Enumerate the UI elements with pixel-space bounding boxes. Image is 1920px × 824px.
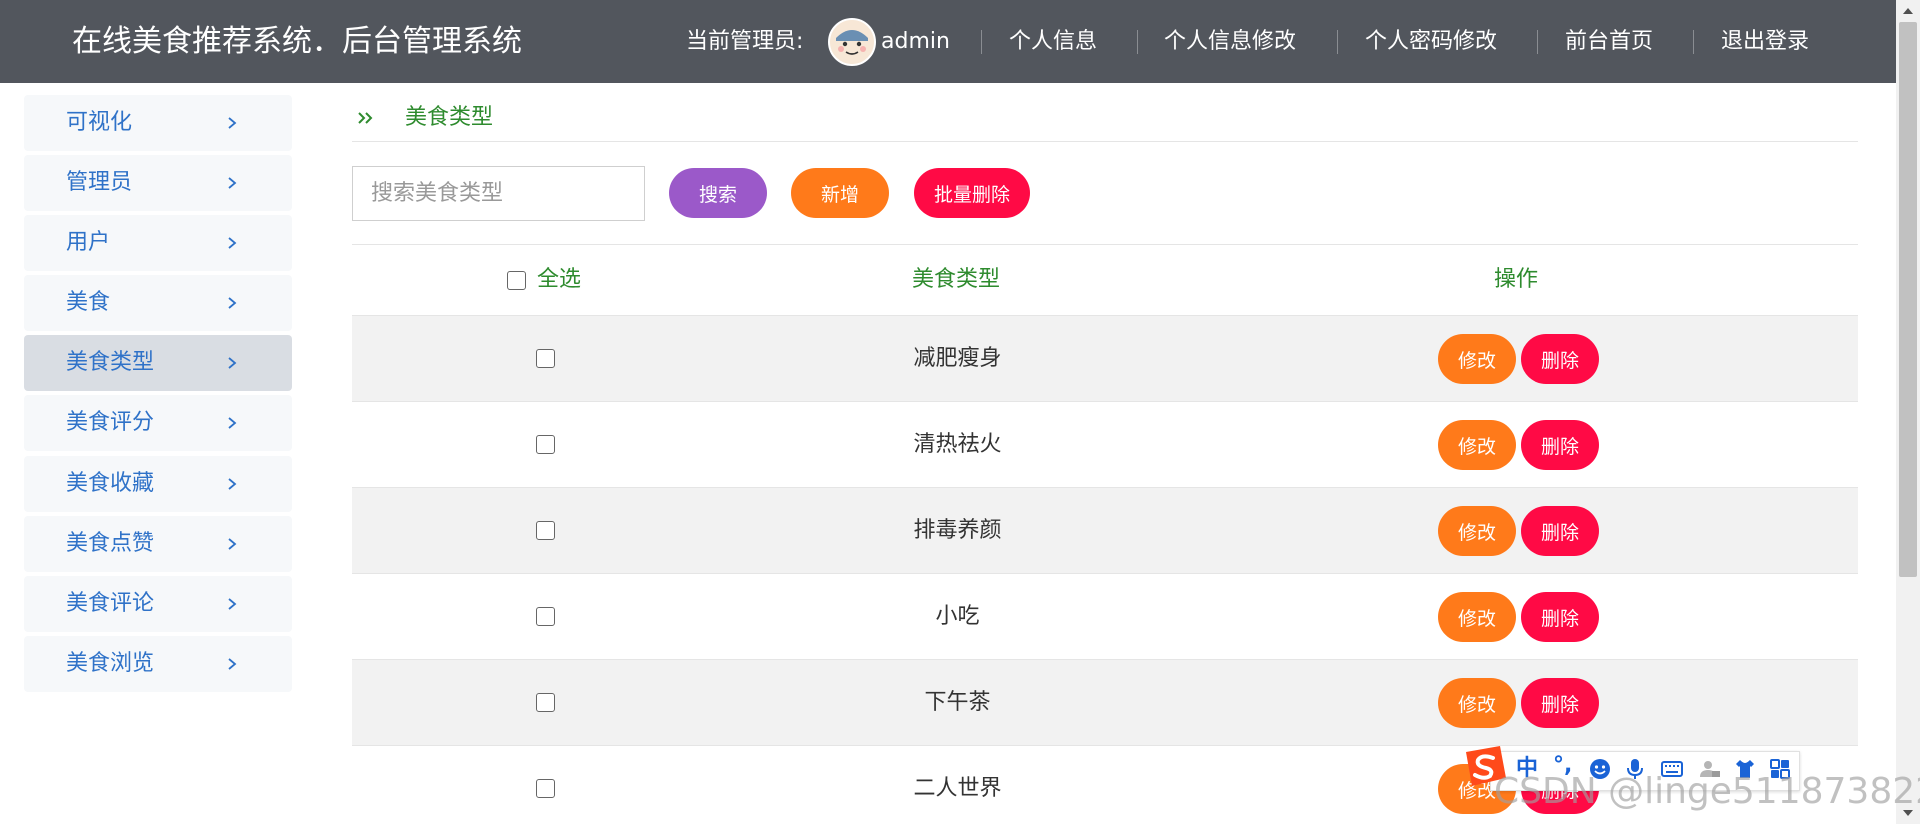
chevron-right-icon [228,177,237,189]
sidebar-item-label: 美食收藏 [66,471,155,496]
breadcrumb-current: 美食类型 [405,105,494,130]
nav-password-edit[interactable]: 个人密码修改 [1365,26,1497,58]
sidebar-item-label: 美食 [66,290,111,315]
scroll-up-arrow-icon[interactable] [1902,6,1914,16]
nav-logout[interactable]: 退出登录 [1721,26,1809,58]
edit-button[interactable]: 修改 [1438,678,1516,728]
sidebar-item-admins[interactable]: 管理员 [24,155,292,211]
chevron-right-icon [228,297,237,309]
edit-button[interactable]: 修改 [1438,334,1516,384]
chevron-right-icon [228,538,237,550]
sidebar-item-label: 用户 [66,230,111,255]
site-title: 在线美食推荐系统．后台管理系统 [72,24,522,59]
nav-separator [1337,30,1338,54]
select-all-checkbox[interactable] [507,271,526,290]
sidebar-item-users[interactable]: 用户 [24,215,292,271]
cell-food-type: 小吃 [935,604,980,629]
sidebar-item-food-favorites[interactable]: 美食收藏 [24,456,292,512]
scrollbar-thumb[interactable] [1899,22,1917,577]
delete-button[interactable]: 删除 [1521,334,1599,384]
sidebar-item-label: 美食评分 [66,410,155,435]
chevron-right-icon [228,357,237,369]
chevron-right-icon [228,417,237,429]
sidebar-item-visualization[interactable]: 可视化 [24,95,292,151]
search-input[interactable] [352,166,645,221]
chevron-right-icon [228,237,237,249]
delete-button[interactable]: 删除 [1521,420,1599,470]
scroll-down-arrow-icon[interactable] [1902,808,1914,818]
table-row: 清热祛火 修改 删除 [352,402,1858,488]
cell-food-type: 排毒养颜 [913,518,1002,543]
search-button[interactable]: 搜索 [669,168,767,218]
chevron-right-icon [228,658,237,670]
cell-food-type: 清热祛火 [913,432,1002,457]
nav-separator [1537,30,1538,54]
admin-avatar[interactable] [828,18,876,66]
delete-button[interactable]: 删除 [1521,506,1599,556]
column-header-food-type: 美食类型 [912,267,1001,292]
sidebar-item-label: 美食浏览 [66,651,155,676]
select-all-label: 全选 [537,267,582,292]
chevron-right-icon [228,117,237,129]
sidebar-item-food-types[interactable]: 美食类型 [24,335,292,391]
table-row: 下午茶 修改 删除 [352,660,1858,746]
edit-button[interactable]: 修改 [1438,506,1516,556]
table-row: 小吃 修改 删除 [352,574,1858,660]
ime-punctuation-text[interactable]: °, [1553,752,1572,780]
nav-separator [1693,30,1694,54]
ime-mode-text[interactable]: 中 [1516,755,1538,783]
avatar-face-icon [830,20,874,64]
admin-label: 当前管理员: [686,29,804,54]
microphone-icon[interactable] [1623,757,1647,781]
column-header-actions: 操作 [1494,267,1539,292]
admin-name: admin [881,29,950,54]
chevron-right-icon [228,478,237,490]
edit-button[interactable]: 修改 [1438,592,1516,642]
sogou-ime-logo-icon[interactable] [1460,742,1510,792]
sidebar-item-food-comments[interactable]: 美食评论 [24,576,292,632]
sidebar-item-food-ratings[interactable]: 美食评分 [24,395,292,451]
batch-delete-button[interactable]: 批量删除 [914,168,1030,218]
delete-button[interactable]: 删除 [1521,678,1599,728]
sidebar-item-label: 管理员 [66,170,133,195]
sidebar-item-food-likes[interactable]: 美食点赞 [24,516,292,572]
skin-shirt-icon[interactable] [1733,757,1757,781]
edit-button[interactable]: 修改 [1438,420,1516,470]
nav-profile-edit[interactable]: 个人信息修改 [1164,26,1296,58]
sidebar-item-label: 美食点赞 [66,531,155,556]
add-button[interactable]: 新增 [791,168,889,218]
nav-frontend-home[interactable]: 前台首页 [1565,26,1653,58]
sidebar-item-label: 美食类型 [66,350,155,375]
sidebar-item-food-views[interactable]: 美食浏览 [24,636,292,692]
nav-profile[interactable]: 个人信息 [1009,26,1097,58]
nav-separator [981,30,982,54]
sidebar-item-foods[interactable]: 美食 [24,275,292,331]
table-row: 减肥瘦身 修改 删除 [352,316,1858,402]
cell-food-type: 二人世界 [913,776,1002,801]
keyboard-icon[interactable] [1660,757,1684,781]
table-row: 排毒养颜 修改 删除 [352,488,1858,574]
grid-menu-icon[interactable] [1768,757,1792,781]
divider [352,141,1858,142]
sidebar-item-label: 美食评论 [66,591,155,616]
emoji-icon[interactable] [1588,757,1612,781]
nav-separator [1137,30,1138,54]
chevron-right-icon [228,598,237,610]
user-toolbox-icon[interactable] [1698,757,1722,781]
cell-food-type: 减肥瘦身 [913,346,1002,371]
double-chevron-right-icon [358,112,373,124]
sidebar-item-label: 可视化 [66,110,133,135]
top-header: 在线美食推荐系统．后台管理系统 当前管理员: admin 个人信息 个人信息修改… [0,0,1896,83]
divider [352,244,1858,245]
cell-food-type: 下午茶 [924,690,991,715]
delete-button[interactable]: 删除 [1521,592,1599,642]
